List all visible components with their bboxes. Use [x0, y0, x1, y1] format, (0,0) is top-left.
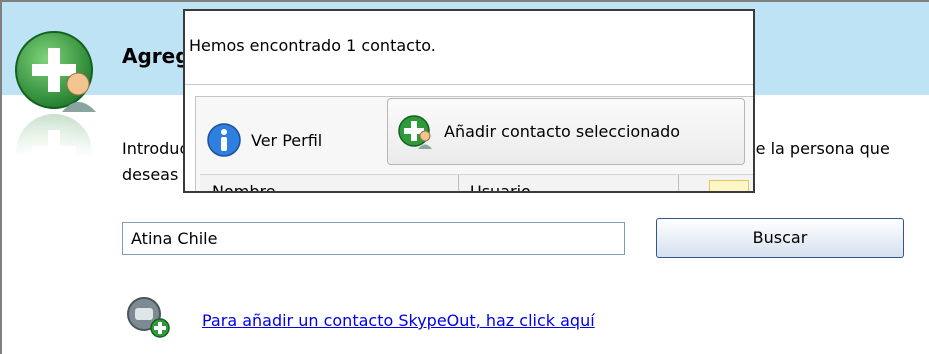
- info-icon: [207, 123, 241, 157]
- view-profile-label: Ver Perfil: [251, 130, 323, 150]
- skypeout-link[interactable]: Para añadir un contacto SkypeOut, haz cl…: [202, 311, 595, 330]
- results-message: Hemos encontrado 1 contacto.: [189, 36, 436, 55]
- add-selected-contact-label: Añadir contacto seleccionado: [444, 122, 681, 141]
- column-header-user[interactable]: Usuario: [470, 177, 531, 191]
- column-separator: [678, 175, 679, 191]
- results-grid-header: Nombre Usuario: [200, 174, 753, 191]
- search-input[interactable]: [122, 222, 625, 255]
- view-profile-button[interactable]: Ver Perfil: [207, 110, 322, 170]
- add-selected-contact-button[interactable]: Añadir contacto seleccionado: [387, 98, 745, 165]
- status-column-chip: [709, 180, 749, 191]
- column-header-name[interactable]: Nombre: [212, 177, 276, 191]
- popup-divider: [185, 84, 753, 85]
- search-results-popup: Hemos encontrado 1 contacto. Ver Perfil …: [183, 9, 755, 193]
- search-button[interactable]: Buscar: [656, 218, 904, 258]
- column-separator: [458, 175, 459, 191]
- skypeout-phone-icon[interactable]: [124, 296, 172, 340]
- add-contact-icon: [12, 31, 104, 156]
- add-contact-icon: [398, 114, 432, 149]
